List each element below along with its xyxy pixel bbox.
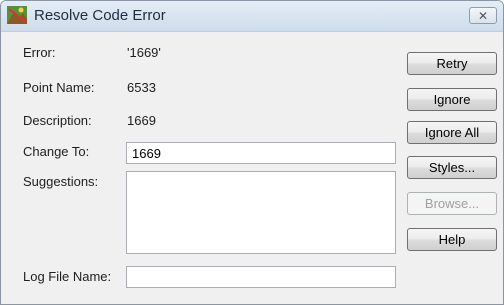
change-to-input[interactable] <box>126 142 396 164</box>
help-button[interactable]: Help <box>407 228 497 251</box>
description-label: Description: <box>23 113 92 128</box>
app-icon <box>7 6 27 24</box>
point-name-label: Point Name: <box>23 80 95 95</box>
change-to-label: Change To: <box>23 144 90 159</box>
browse-button[interactable]: Browse... <box>407 192 497 215</box>
close-button[interactable]: ✕ <box>469 7 497 24</box>
title-bar: Resolve Code Error ✕ <box>1 1 503 32</box>
suggestions-list[interactable] <box>126 171 396 254</box>
ignore-button[interactable]: Ignore <box>407 88 497 111</box>
resolve-code-error-dialog: Resolve Code Error ✕ Error: '1669' Point… <box>0 0 504 305</box>
styles-button[interactable]: Styles... <box>407 156 497 179</box>
error-label: Error: <box>23 45 56 60</box>
log-file-name-input[interactable] <box>126 266 396 288</box>
point-name-value: 6533 <box>127 80 156 95</box>
description-value: 1669 <box>127 113 156 128</box>
error-value: '1669' <box>127 45 161 60</box>
log-file-name-label: Log File Name: <box>23 269 112 284</box>
suggestions-label: Suggestions: <box>23 174 99 189</box>
ignore-all-button[interactable]: Ignore All <box>407 121 497 144</box>
retry-button[interactable]: Retry <box>407 52 497 75</box>
window-title: Resolve Code Error <box>34 7 166 24</box>
